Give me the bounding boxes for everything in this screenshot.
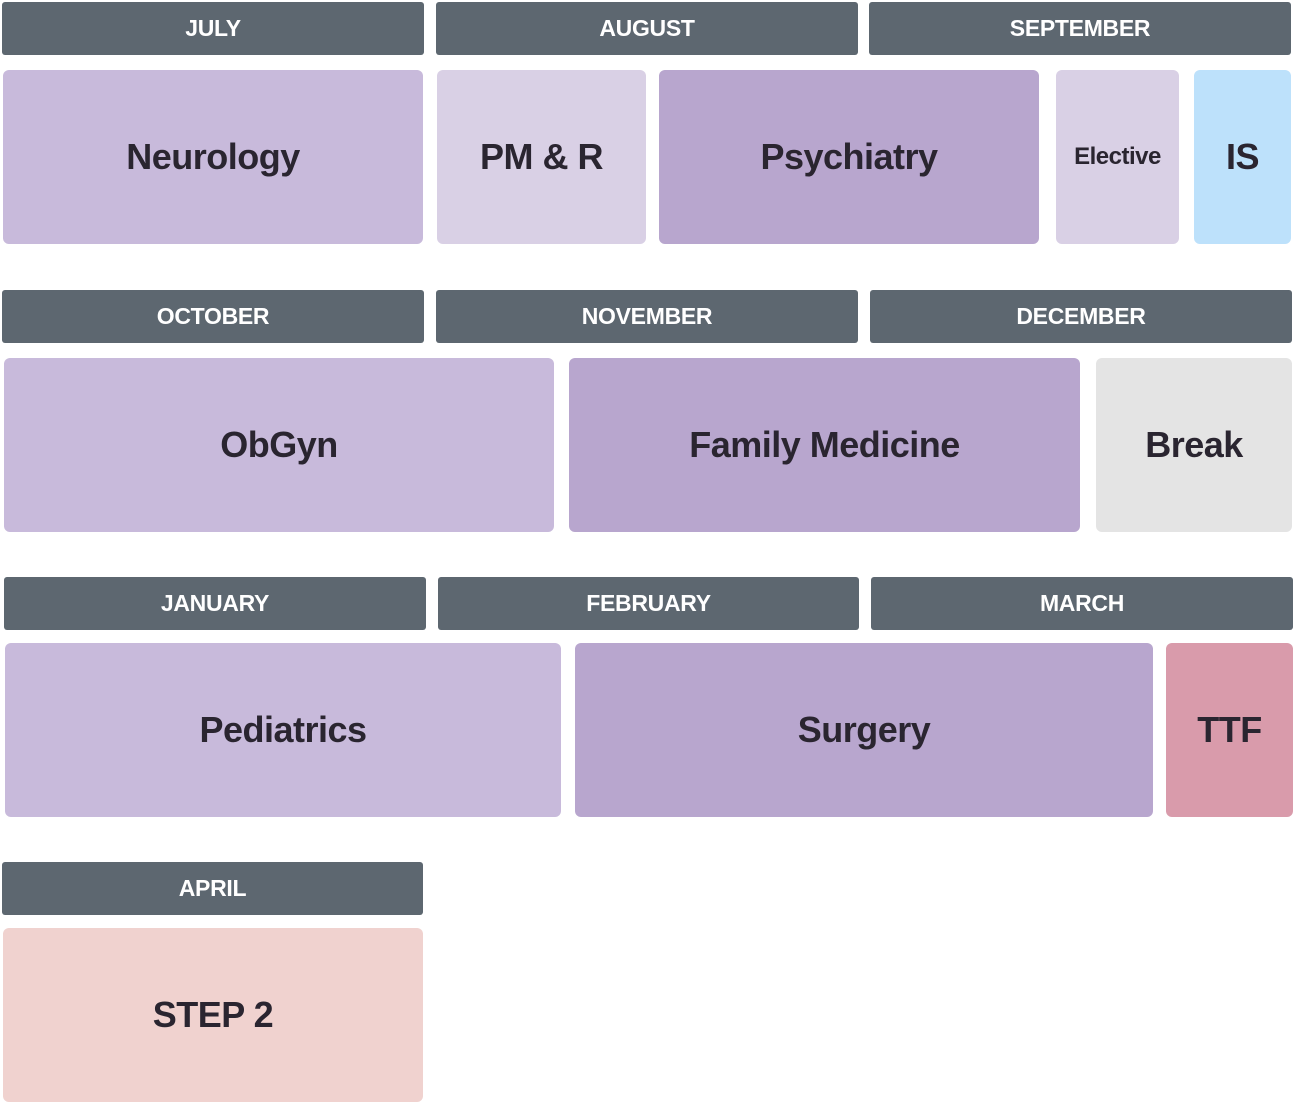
rotation-block-pmr: PM & R — [437, 70, 646, 244]
rotation-block-is: IS — [1194, 70, 1291, 244]
rotation-block-step-2: STEP 2 — [3, 928, 423, 1102]
rotation-block-family-medicine: Family Medicine — [569, 358, 1080, 532]
rotation-block-elective: Elective — [1056, 70, 1179, 244]
rotation-label: Family Medicine — [689, 424, 960, 465]
month-label: OCTOBER — [156, 303, 270, 329]
month-header-december: DECEMBER — [870, 290, 1292, 343]
month-header-march: MARCH — [871, 577, 1293, 630]
month-label: MARCH — [1039, 590, 1125, 616]
month-label: APRIL — [178, 875, 247, 901]
rotation-label: Elective — [1074, 143, 1161, 170]
month-header-september: SEPTEMBER — [869, 2, 1291, 55]
rotation-block-break: Break — [1096, 358, 1292, 532]
rotation-label: ObGyn — [220, 424, 338, 465]
rotation-label: Psychiatry — [760, 136, 938, 177]
rotation-label: Neurology — [126, 136, 300, 177]
month-label: FEBRUARY — [586, 590, 711, 616]
month-label: DECEMBER — [1016, 303, 1146, 329]
rotation-label: PM & R — [480, 136, 604, 177]
rotation-block-ttf: TTF — [1166, 643, 1293, 817]
month-label: NOVEMBER — [581, 303, 713, 329]
rotation-label: IS — [1225, 136, 1260, 177]
month-header-april: APRIL — [2, 862, 423, 915]
rotation-label: STEP 2 — [152, 994, 274, 1035]
month-header-january: JANUARY — [4, 577, 426, 630]
month-header-november: NOVEMBER — [436, 290, 858, 343]
rotation-label: TTF — [1197, 709, 1262, 750]
month-header-august: AUGUST — [436, 2, 858, 55]
rotation-label: Surgery — [797, 709, 931, 750]
month-label: SEPTEMBER — [1009, 15, 1151, 41]
rotation-label: Break — [1145, 424, 1243, 465]
month-header-july: JULY — [2, 2, 424, 55]
month-label: JANUARY — [160, 590, 270, 616]
rotation-block-neurology: Neurology — [3, 70, 423, 244]
rotation-block-psychiatry: Psychiatry — [659, 70, 1039, 244]
month-label: JULY — [185, 15, 241, 41]
rotation-block-pediatrics: Pediatrics — [5, 643, 561, 817]
rotation-label: Pediatrics — [199, 709, 367, 750]
month-label: AUGUST — [599, 15, 695, 41]
month-header-february: FEBRUARY — [438, 577, 859, 630]
month-header-october: OCTOBER — [2, 290, 424, 343]
rotation-block-surgery: Surgery — [575, 643, 1153, 817]
rotation-block-obgyn: ObGyn — [4, 358, 554, 532]
